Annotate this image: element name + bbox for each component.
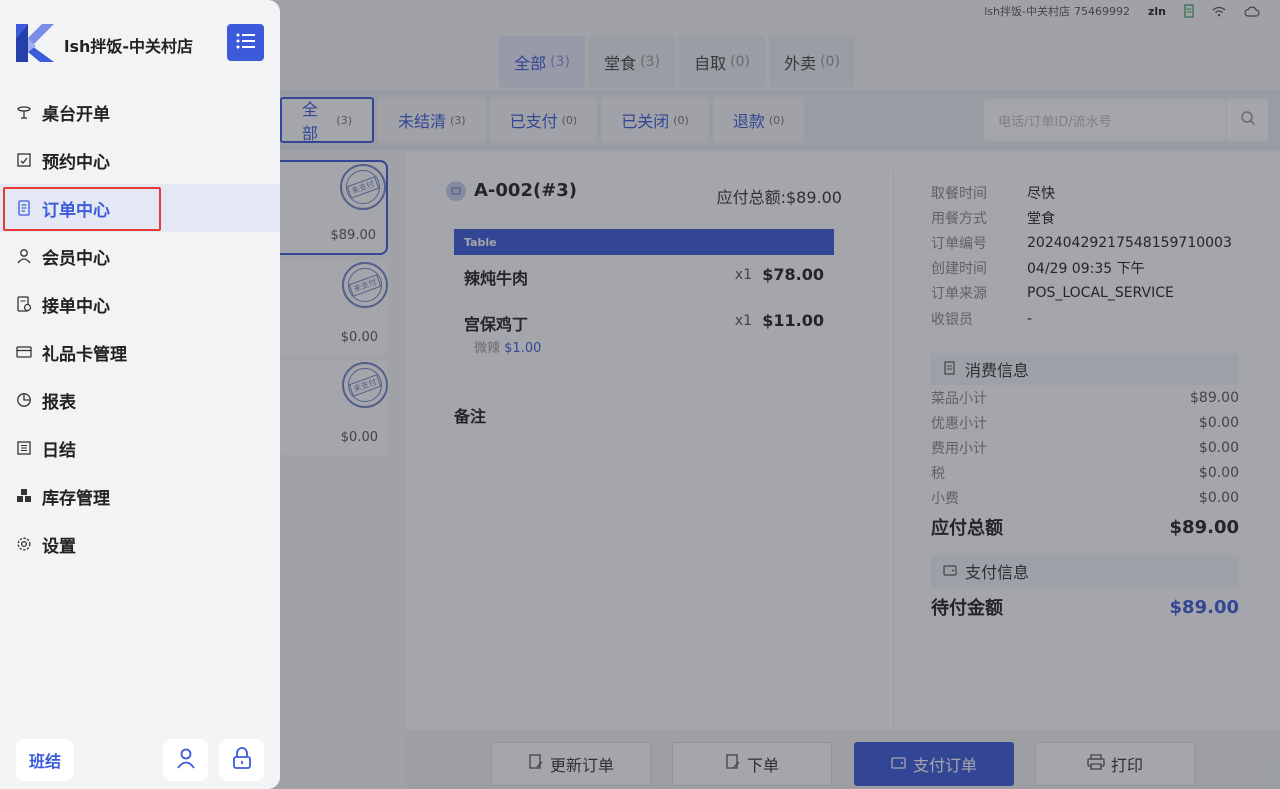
receive-order-icon: [16, 296, 32, 312]
list-icon: [236, 33, 256, 53]
shift-close-button[interactable]: 班结: [16, 739, 74, 781]
boxes-icon: [16, 488, 32, 504]
sidebar-item-order-receiving[interactable]: 接单中心: [0, 280, 280, 328]
card-icon: [16, 344, 32, 360]
menu-toggle-button[interactable]: [227, 24, 264, 61]
sidebar-nav: 桌台开单 预约中心 订单中心 会员中心 接单中心 礼品卡管理 报表 日结 库存管…: [0, 88, 280, 568]
calendar-check-icon: [16, 152, 32, 168]
pie-chart-icon: [16, 392, 32, 408]
user-icon: [175, 747, 197, 773]
sidebar-item-orders[interactable]: 订单中心: [0, 184, 280, 232]
user-icon: [16, 248, 32, 264]
store-title: lsh拌饭-中关村店: [64, 37, 194, 56]
sidebar-item-inventory[interactable]: 库存管理: [0, 472, 280, 520]
logo-icon: [16, 24, 54, 66]
sidebar-item-gift-cards[interactable]: 礼品卡管理: [0, 328, 280, 376]
gear-icon: [16, 536, 32, 552]
sidebar-item-daily-close[interactable]: 日结: [0, 424, 280, 472]
sidebar-drawer: lsh拌饭-中关村店 桌台开单 预约中心 订单中心 会员中心 接单中心 礼品卡管…: [0, 0, 280, 789]
sidebar-item-table-order[interactable]: 桌台开单: [0, 88, 280, 136]
sidebar-item-reports[interactable]: 报表: [0, 376, 280, 424]
lock-icon: [232, 747, 252, 773]
sidebar-item-settings[interactable]: 设置: [0, 520, 280, 568]
sidebar-item-members[interactable]: 会员中心: [0, 232, 280, 280]
document-icon: [16, 200, 32, 216]
list-doc-icon: [16, 440, 32, 456]
brand: lsh拌饭-中关村店: [16, 24, 193, 66]
sidebar-item-reservation[interactable]: 预约中心: [0, 136, 280, 184]
lock-button[interactable]: [219, 739, 264, 781]
profile-button[interactable]: [163, 739, 208, 781]
table-icon: [16, 104, 32, 120]
